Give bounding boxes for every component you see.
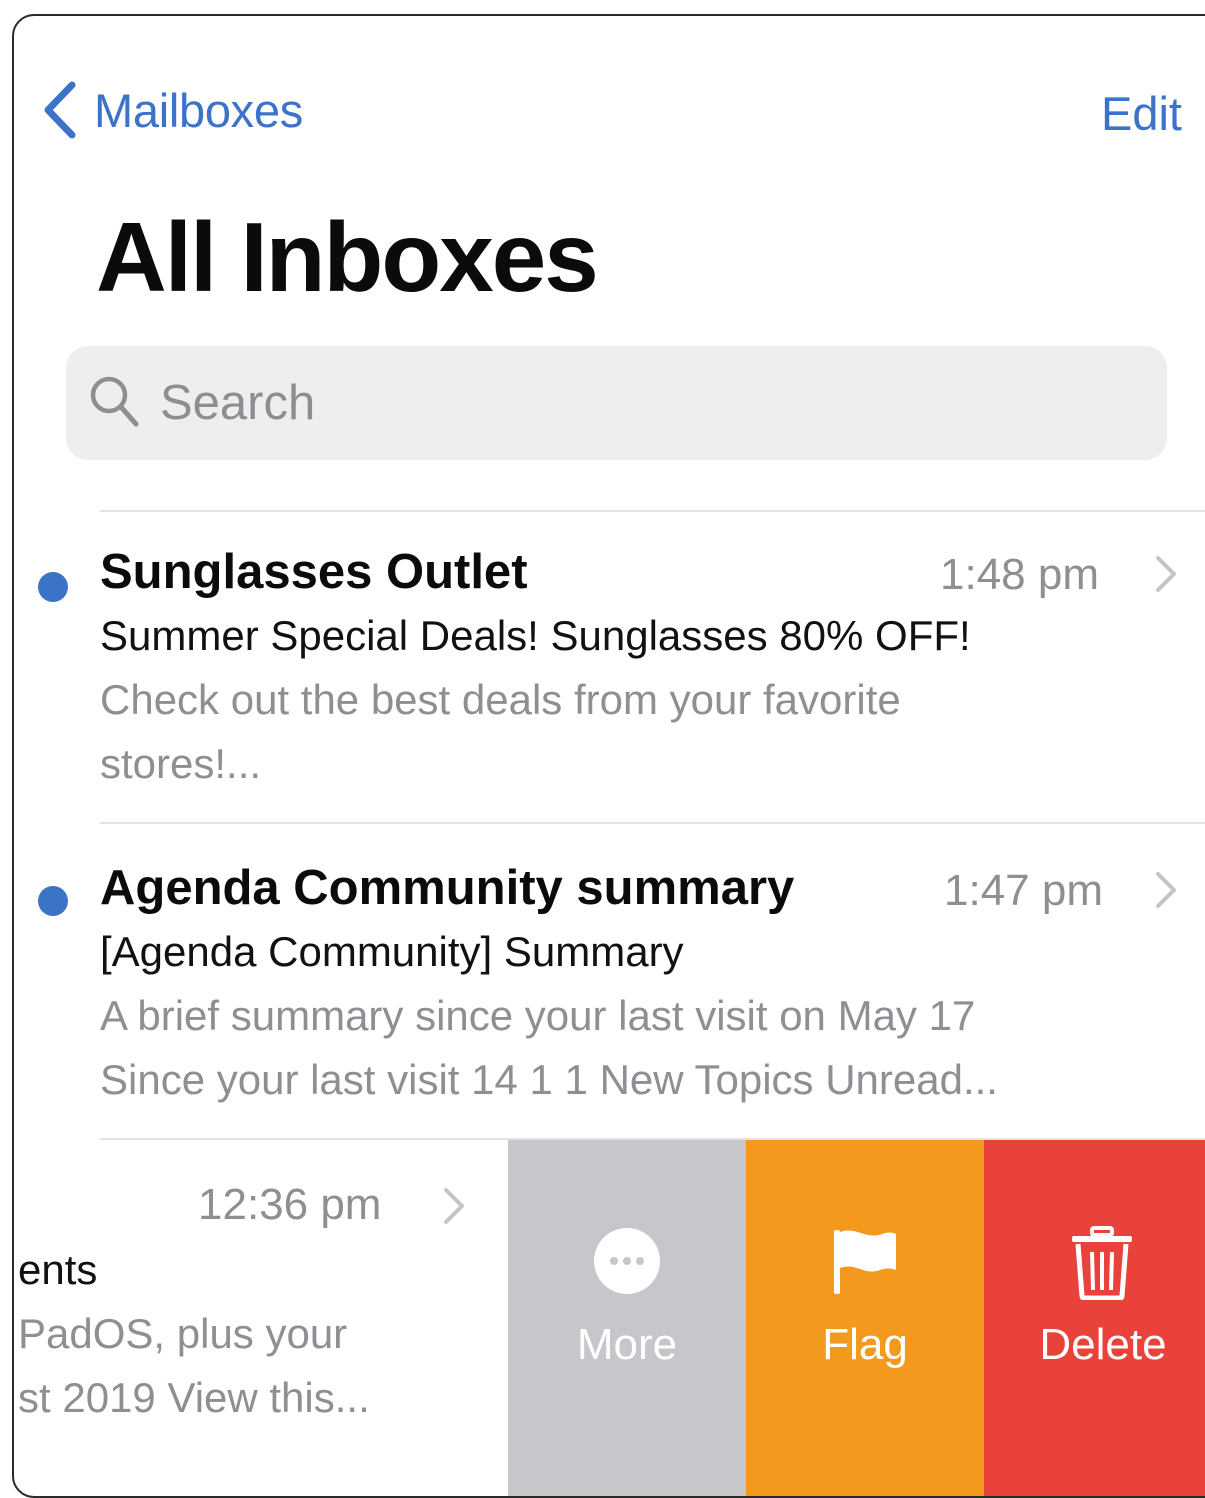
chevron-left-icon (40, 81, 80, 139)
more-label: More (576, 1320, 678, 1369)
message-sender: Agenda Community summary (100, 861, 795, 915)
message-preview: A brief summary since your last visit on… (100, 992, 976, 1039)
back-button-label: Mailboxes (94, 83, 303, 137)
trash-icon (1070, 1226, 1134, 1305)
message-row-swiped[interactable]: 12:36 pm ents PadOS, plus your st 2019 V… (14, 1140, 508, 1496)
ellipsis-circle-icon (592, 1226, 662, 1301)
message-preview: stores!... (100, 740, 262, 787)
message-subject: ents (18, 1246, 98, 1293)
search-icon (66, 374, 140, 433)
message-subject: Summer Special Deals! Sunglasses 80% OFF… (100, 612, 971, 659)
page-title: All Inboxes (96, 202, 599, 312)
edit-button[interactable]: Edit (1101, 86, 1182, 141)
back-to-mailboxes-button[interactable]: Mailboxes (40, 80, 303, 140)
message-time: 12:36 pm (198, 1180, 382, 1229)
flag-icon (830, 1226, 900, 1301)
chevron-right-icon (1154, 870, 1178, 915)
message-sender: Sunglasses Outlet (100, 545, 528, 599)
message-subject: [Agenda Community] Summary (100, 928, 684, 975)
chevron-right-icon (1154, 554, 1178, 599)
mail-window: Mailboxes Edit All Inboxes Search Sungla… (12, 14, 1205, 1498)
delete-action-button[interactable]: Delete (984, 1140, 1205, 1496)
unread-dot (38, 572, 68, 602)
message-preview: Check out the best deals from your favor… (100, 676, 901, 723)
flag-action-button[interactable]: Flag (746, 1140, 984, 1496)
delete-label: Delete (1039, 1320, 1167, 1369)
message-preview: Since your last visit 14 1 1 New Topics … (100, 1056, 998, 1103)
search-field[interactable]: Search (66, 346, 1167, 460)
message-preview: PadOS, plus your (18, 1310, 348, 1357)
unread-dot (38, 886, 68, 916)
message-row[interactable]: Sunglasses Outlet 1:48 pm Summer Special… (14, 512, 1205, 822)
flag-label: Flag (822, 1320, 908, 1369)
message-preview: st 2019 View this... (18, 1374, 370, 1421)
more-action-button[interactable]: More (508, 1140, 746, 1496)
message-row[interactable]: Agenda Community summary 1:47 pm [Agenda… (14, 824, 1205, 1138)
search-placeholder: Search (160, 376, 316, 430)
message-time: 1:47 pm (944, 866, 1103, 915)
chevron-right-icon (442, 1186, 466, 1231)
message-time: 1:48 pm (940, 550, 1099, 599)
